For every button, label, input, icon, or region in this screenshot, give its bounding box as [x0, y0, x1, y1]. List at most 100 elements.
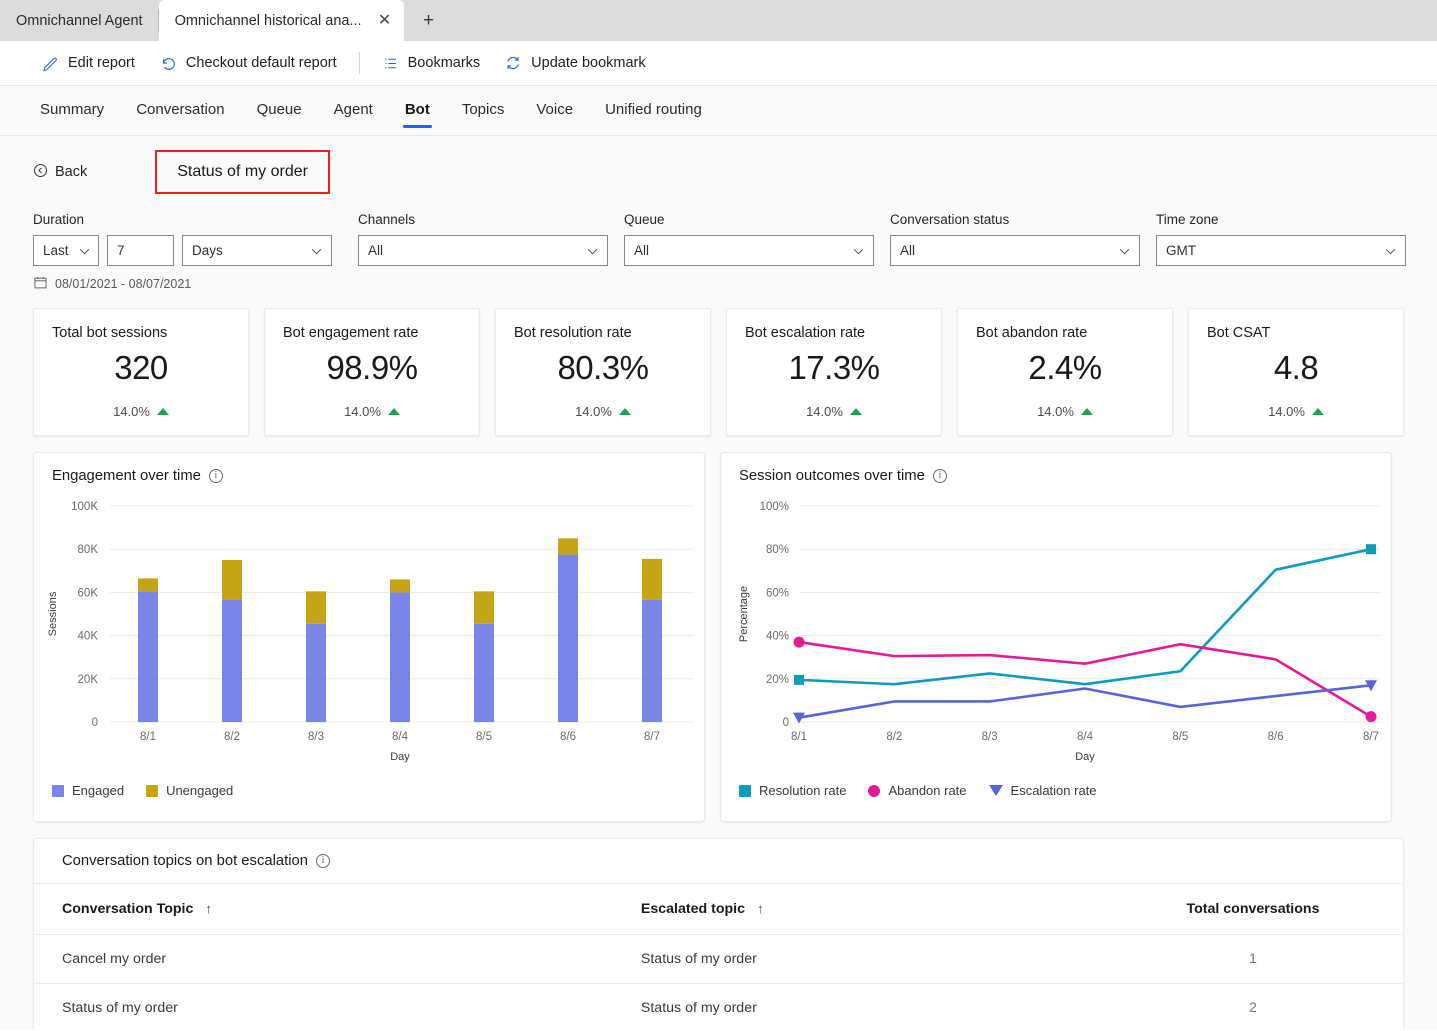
kpi-card-bot-resolution-rate[interactable]: Bot resolution rate 80.3% 14.0%: [495, 308, 711, 436]
column-header-conversation-topic[interactable]: Conversation Topic ↑: [34, 883, 613, 935]
sort-asc-icon: ↑: [757, 901, 764, 916]
update-bookmark-button[interactable]: Update bookmark: [492, 48, 657, 78]
kpi-value: 2.4%: [1028, 349, 1102, 386]
outcomes-chart-header: Session outcomes over time i: [721, 453, 1391, 484]
svg-text:8/1: 8/1: [791, 731, 807, 743]
svg-text:8/6: 8/6: [560, 731, 576, 743]
edit-report-button[interactable]: Edit report: [30, 49, 147, 78]
svg-text:40%: 40%: [766, 631, 789, 643]
tab-bot[interactable]: Bot: [395, 95, 440, 128]
kpi-card-bot-csat[interactable]: Bot CSAT 4.8 14.0%: [1188, 308, 1404, 436]
table-row[interactable]: Status of my order Status of my order 2: [34, 983, 1403, 1029]
outcomes-chart-plot[interactable]: 0 20% 40% 60% 80% 100% 8/1 8/2 8/3 8/4 8/5 8/6 8/7 Da…: [721, 484, 1391, 779]
date-range-text: 08/01/2021 - 08/07/2021: [55, 277, 192, 291]
cell-conversation-topic: Status of my order: [34, 983, 613, 1029]
svg-text:8/2: 8/2: [886, 731, 902, 743]
legend-item-escalation-rate[interactable]: Escalation rate: [988, 783, 1097, 798]
chevron-down-icon: [311, 243, 322, 258]
page-title: Status of my order: [155, 150, 330, 194]
tab-queue[interactable]: Queue: [247, 95, 312, 126]
legend-label: Unengaged: [166, 783, 234, 798]
legend-label: Resolution rate: [759, 783, 847, 798]
checkout-default-report-button[interactable]: Checkout default report: [147, 48, 349, 78]
svg-text:40K: 40K: [78, 631, 99, 643]
kpi-delta: 14.0%: [745, 404, 923, 419]
legend-item-unengaged[interactable]: Unengaged: [146, 783, 233, 798]
legend-item-engaged[interactable]: Engaged: [52, 783, 124, 798]
time-zone-filter-group: Time zone GMT: [1156, 212, 1406, 266]
bookmarks-button[interactable]: Bookmarks: [370, 49, 493, 78]
channels-select[interactable]: All: [358, 235, 608, 266]
kpi-value: 320: [114, 349, 168, 386]
new-tab-icon[interactable]: +: [412, 6, 446, 36]
legend-label: Escalation rate: [1010, 783, 1097, 798]
column-header-escalated-topic[interactable]: Escalated topic ↑: [612, 883, 1103, 935]
command-label: Update bookmark: [531, 55, 646, 71]
cell-conversation-topic: Cancel my order: [34, 934, 613, 984]
kpi-title: Bot engagement rate: [283, 325, 419, 341]
kpi-card-bot-engagement-rate[interactable]: Bot engagement rate 98.9% 14.0%: [264, 308, 480, 436]
duration-unit-select[interactable]: Days: [182, 235, 332, 266]
info-icon[interactable]: i: [315, 854, 330, 868]
duration-label: Duration: [33, 212, 85, 227]
table-header-row: Conversation Topic ↑ Escalated topic ↑ Tot…: [34, 883, 1403, 935]
resolution-rate-swatch-icon: [739, 784, 751, 797]
kpi-delta-text: 14.0%: [1037, 404, 1074, 419]
refresh-icon: [504, 54, 522, 72]
report-nav-tabs: Summary Conversation Queue Agent Bot Top…: [0, 86, 1437, 136]
tab-topics[interactable]: Topics: [452, 95, 515, 126]
tab-agent[interactable]: Agent: [324, 95, 383, 126]
command-label: Checkout default report: [185, 55, 337, 71]
back-button[interactable]: Back: [33, 163, 87, 182]
queue-select[interactable]: All: [624, 235, 874, 266]
outcomes-chart-legend: Resolution rate Abandon rate Escalation …: [721, 783, 1391, 798]
tab-unified-routing[interactable]: Unified routing: [595, 95, 712, 126]
kpi-card-bot-escalation-rate[interactable]: Bot escalation rate 17.3% 14.0%: [726, 308, 942, 436]
duration-relative-value: Last: [43, 243, 69, 258]
engagement-chart-plot[interactable]: 0 20K 40K 60K 80K 100K 8/1 8/2 8/3 8/4 8/5 8/6 8/7 Da…: [34, 484, 704, 779]
browser-tab-omnichannel-historical-analytics[interactable]: Omnichannel historical ana... ✕: [158, 0, 404, 41]
conversation-status-select[interactable]: All: [890, 235, 1140, 266]
kpi-card-total-bot-sessions[interactable]: Total bot sessions 320 14.0%: [33, 308, 249, 436]
conversation-status-label: Conversation status: [890, 212, 1010, 227]
tab-summary[interactable]: Summary: [30, 95, 114, 126]
duration-relative-select[interactable]: Last: [33, 235, 99, 266]
browser-tab-omnichannel-agent[interactable]: Omnichannel Agent: [0, 0, 159, 41]
kpi-value: 4.8: [1273, 349, 1319, 386]
svg-text:8/5: 8/5: [1172, 731, 1188, 743]
trend-up-icon: [849, 408, 862, 415]
svg-text:8/1: 8/1: [140, 731, 156, 743]
tab-voice[interactable]: Voice: [526, 95, 583, 126]
close-icon[interactable]: ✕: [376, 12, 394, 30]
column-header-total-conversations[interactable]: Total conversations: [1103, 883, 1403, 935]
duration-filter-group: Duration Last 7 Days: [33, 212, 332, 266]
time-zone-select[interactable]: GMT: [1156, 235, 1406, 266]
kpi-card-row: Total bot sessions 320 14.0% Bot engagem…: [0, 292, 1437, 436]
report-page: Back Status of my order Duration Last 7 …: [0, 136, 1437, 1029]
kpi-delta: 14.0%: [52, 404, 230, 419]
cell-escalated-topic: Status of my order: [612, 983, 1103, 1029]
conversation-status-value: All: [900, 243, 916, 258]
kpi-delta: 14.0%: [514, 404, 692, 419]
svg-text:8/6: 8/6: [1268, 731, 1284, 743]
svg-text:8/4: 8/4: [392, 731, 409, 743]
chevron-down-icon: [1385, 243, 1396, 258]
legend-item-resolution-rate[interactable]: Resolution rate: [739, 783, 846, 798]
sort-asc-icon: ↑: [205, 901, 212, 916]
calendar-icon: [34, 276, 47, 292]
table-row[interactable]: Cancel my order Status of my order 1: [34, 934, 1403, 984]
info-icon[interactable]: i: [932, 469, 947, 483]
info-icon[interactable]: i: [208, 469, 223, 483]
duration-amount-input[interactable]: 7: [107, 235, 174, 266]
kpi-title: Bot CSAT: [1207, 325, 1271, 341]
engagement-chart-legend: Engaged Unengaged: [34, 783, 704, 798]
kpi-value: 80.3%: [557, 349, 649, 386]
legend-item-abandon-rate[interactable]: Abandon rate: [868, 783, 967, 798]
command-bar: Edit report Checkout default report Book…: [0, 41, 1437, 86]
kpi-card-bot-abandon-rate[interactable]: Bot abandon rate 2.4% 14.0%: [957, 308, 1173, 436]
chevron-down-icon: [587, 243, 598, 258]
svg-text:20%: 20%: [766, 674, 789, 686]
duration-amount-value: 7: [117, 243, 125, 258]
kpi-delta-text: 14.0%: [1268, 404, 1305, 419]
tab-conversation[interactable]: Conversation: [126, 95, 234, 126]
